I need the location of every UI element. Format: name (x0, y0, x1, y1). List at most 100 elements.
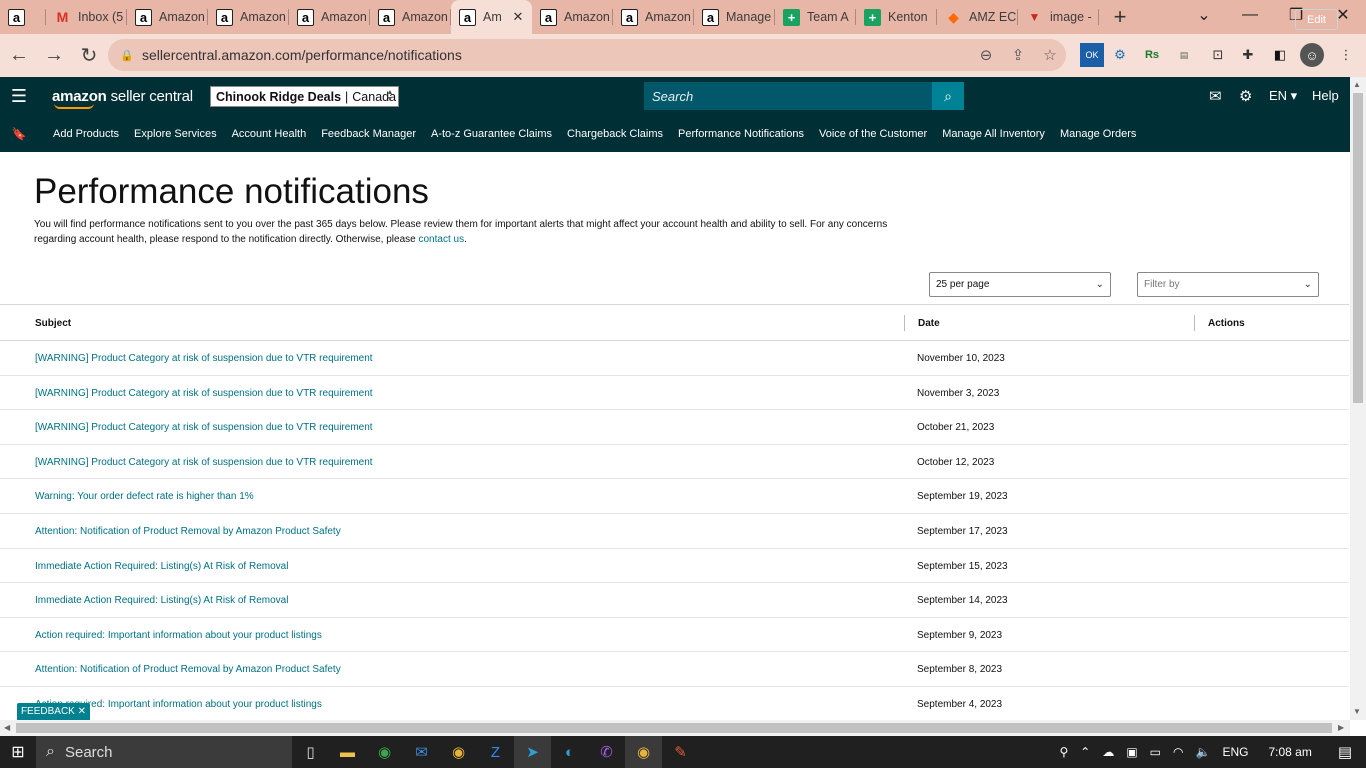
notification-subject-link[interactable]: Immediate Action Required: Listing(s) At… (35, 561, 288, 572)
edit-nav-button[interactable]: Edit (1295, 9, 1338, 30)
share-icon[interactable]: ⇪ (1002, 46, 1034, 64)
telegram-icon[interactable]: ➤ (514, 736, 551, 768)
chrome-icon[interactable]: ◉ (366, 736, 403, 768)
browser-tab[interactable]: a Manage (694, 0, 775, 34)
help-link[interactable]: Help (1312, 88, 1339, 103)
back-icon[interactable]: ← (3, 40, 35, 72)
extension-ok-icon[interactable]: OK (1080, 43, 1104, 67)
wifi-icon[interactable]: ◠ (1173, 745, 1183, 759)
notification-subject-link[interactable]: Action required: Important information a… (35, 630, 322, 641)
pinned-app-icon[interactable]: ✎ (662, 736, 699, 768)
extensions-puzzle-icon[interactable]: ✚ (1236, 43, 1260, 67)
side-panel-icon[interactable]: ◧ (1268, 43, 1292, 67)
gear-icon[interactable]: ⚙ (1239, 87, 1252, 105)
people-icon[interactable]: ⚲ (1059, 745, 1068, 759)
tab-search-icon[interactable]: ⌄ (1181, 0, 1227, 30)
chevron-up-icon[interactable]: ⌃ (1080, 745, 1090, 759)
account-switcher[interactable]: Chinook Ridge Deals | Canada ▲ ▼ (210, 86, 399, 107)
notification-subject-link[interactable]: Attention: Notification of Product Remov… (35, 526, 341, 537)
browser-tab[interactable]: a Amazon (370, 0, 451, 34)
column-header-date[interactable]: Date (918, 318, 940, 329)
chrome-active-icon[interactable]: ◉ (625, 736, 662, 768)
notification-subject-link[interactable]: Warning: Your order defect rate is highe… (35, 491, 254, 502)
nav-link[interactable]: A-to-z Guarantee Claims (431, 128, 552, 140)
bookmark-star-icon[interactable]: ☆ (1034, 46, 1066, 64)
task-view-icon[interactable]: ▯ (292, 736, 329, 768)
file-explorer-icon[interactable]: ▬ (329, 736, 366, 768)
extension-settings-icon[interactable]: ⚙ (1108, 43, 1132, 67)
nav-link[interactable]: Manage Orders (1060, 128, 1136, 140)
language-selector[interactable]: EN ▾ (1269, 88, 1297, 104)
feedback-button[interactable]: FEEDBACK ✕ (17, 703, 90, 720)
device-icon[interactable]: ▣ (1126, 745, 1137, 759)
nav-link[interactable]: Chargeback Claims (567, 128, 663, 140)
volume-icon[interactable]: 🔈 (1195, 745, 1210, 759)
notification-subject-link[interactable]: Attention: Notification of Product Remov… (35, 664, 341, 675)
browser-tab[interactable]: a Am ✕ (451, 0, 532, 34)
battery-icon[interactable]: ▭ (1150, 745, 1161, 759)
per-page-select[interactable]: 25 per page ⌄ (929, 272, 1111, 297)
language-indicator[interactable]: ENG (1222, 745, 1248, 759)
taskbar-search[interactable]: ⌕ Search (36, 736, 292, 768)
filter-select[interactable]: Filter by ⌄ (1137, 272, 1319, 297)
search-input[interactable] (644, 82, 932, 110)
scroll-down-icon[interactable]: ▼ (1353, 707, 1361, 716)
edge-icon[interactable]: ◐ (551, 736, 588, 768)
zoom-app-icon[interactable]: Z (477, 736, 514, 768)
new-tab-icon[interactable]: + (1103, 0, 1137, 34)
browser-tab[interactable]: + Kenton (856, 0, 937, 34)
nav-link[interactable]: Feedback Manager (321, 128, 416, 140)
browser-tab[interactable]: ▼ image - (1018, 0, 1099, 34)
nav-link[interactable]: Add Products (53, 128, 119, 140)
scroll-right-icon[interactable]: ▶ (1338, 723, 1344, 732)
contact-us-link[interactable]: contact us (419, 234, 465, 245)
nav-link[interactable]: Performance Notifications (678, 128, 804, 140)
browser-tab[interactable]: a Amazon (127, 0, 208, 34)
column-header-subject[interactable]: Subject (35, 318, 71, 329)
horizontal-scrollbar[interactable]: ◀ ▶ (0, 720, 1350, 736)
minimize-icon[interactable]: — (1227, 0, 1273, 30)
nav-link[interactable]: Voice of the Customer (819, 128, 927, 140)
forward-icon[interactable]: → (38, 40, 70, 72)
bookmark-icon[interactable]: 🔖 (0, 127, 38, 141)
reload-icon[interactable]: ↻ (73, 40, 105, 72)
mail-icon[interactable]: ✉ (1209, 87, 1222, 105)
profile-avatar[interactable]: ☺ (1300, 43, 1324, 67)
notification-subject-link[interactable]: [WARNING] Product Category at risk of su… (35, 457, 373, 468)
notifications-icon[interactable]: ▤ (1338, 743, 1352, 761)
extension-off-icon[interactable]: ⊡ (1206, 43, 1230, 67)
vertical-scrollbar[interactable]: ▲ ▼ (1350, 77, 1366, 720)
windows-start-icon[interactable]: ⊞ (0, 736, 36, 768)
seller-central-logo[interactable]: amazon seller central (52, 88, 193, 105)
cloud-icon[interactable]: ☁ (1102, 745, 1114, 759)
zoom-icon[interactable]: ⊖ (970, 46, 1002, 64)
notification-subject-link[interactable]: [WARNING] Product Category at risk of su… (35, 353, 373, 364)
scroll-up-icon[interactable]: ▲ (1353, 80, 1361, 89)
browser-tab[interactable]: a Amazon (613, 0, 694, 34)
nav-link[interactable]: Manage All Inventory (942, 128, 1045, 140)
browser-tab[interactable]: a Amazon (532, 0, 613, 34)
close-tab-icon[interactable]: ✕ (510, 9, 526, 25)
browser-tab[interactable]: ◆ AMZ EC (937, 0, 1018, 34)
clock[interactable]: 7:08 am (1268, 745, 1311, 759)
messenger-icon[interactable]: ✆ (588, 736, 625, 768)
notification-subject-link[interactable]: [WARNING] Product Category at risk of su… (35, 388, 373, 399)
extension-logo-icon[interactable]: ▤ (1172, 43, 1196, 67)
notification-subject-link[interactable]: [WARNING] Product Category at risk of su… (35, 422, 373, 433)
extension-rs-icon[interactable]: Rs (1140, 43, 1164, 67)
scrollbar-thumb[interactable] (16, 723, 1332, 733)
hamburger-menu-icon[interactable]: ☰ (0, 77, 38, 115)
scroll-left-icon[interactable]: ◀ (4, 723, 10, 732)
browser-tab[interactable]: a Amazon (289, 0, 370, 34)
browser-tab[interactable]: a Amazon (208, 0, 289, 34)
nav-link[interactable]: Account Health (232, 128, 307, 140)
mail-app-icon[interactable]: ✉ (403, 736, 440, 768)
chrome-menu-icon[interactable]: ⋮ (1334, 43, 1358, 67)
notification-subject-link[interactable]: Immediate Action Required: Listing(s) At… (35, 595, 288, 606)
browser-tab[interactable]: a (0, 0, 46, 34)
search-icon[interactable]: ⌕ (932, 82, 964, 110)
scrollbar-thumb[interactable] (1353, 93, 1363, 403)
browser-tab[interactable]: + Team A (775, 0, 856, 34)
nav-link[interactable]: Explore Services (134, 128, 217, 140)
browser-tab[interactable]: M Inbox (5 (46, 0, 127, 34)
